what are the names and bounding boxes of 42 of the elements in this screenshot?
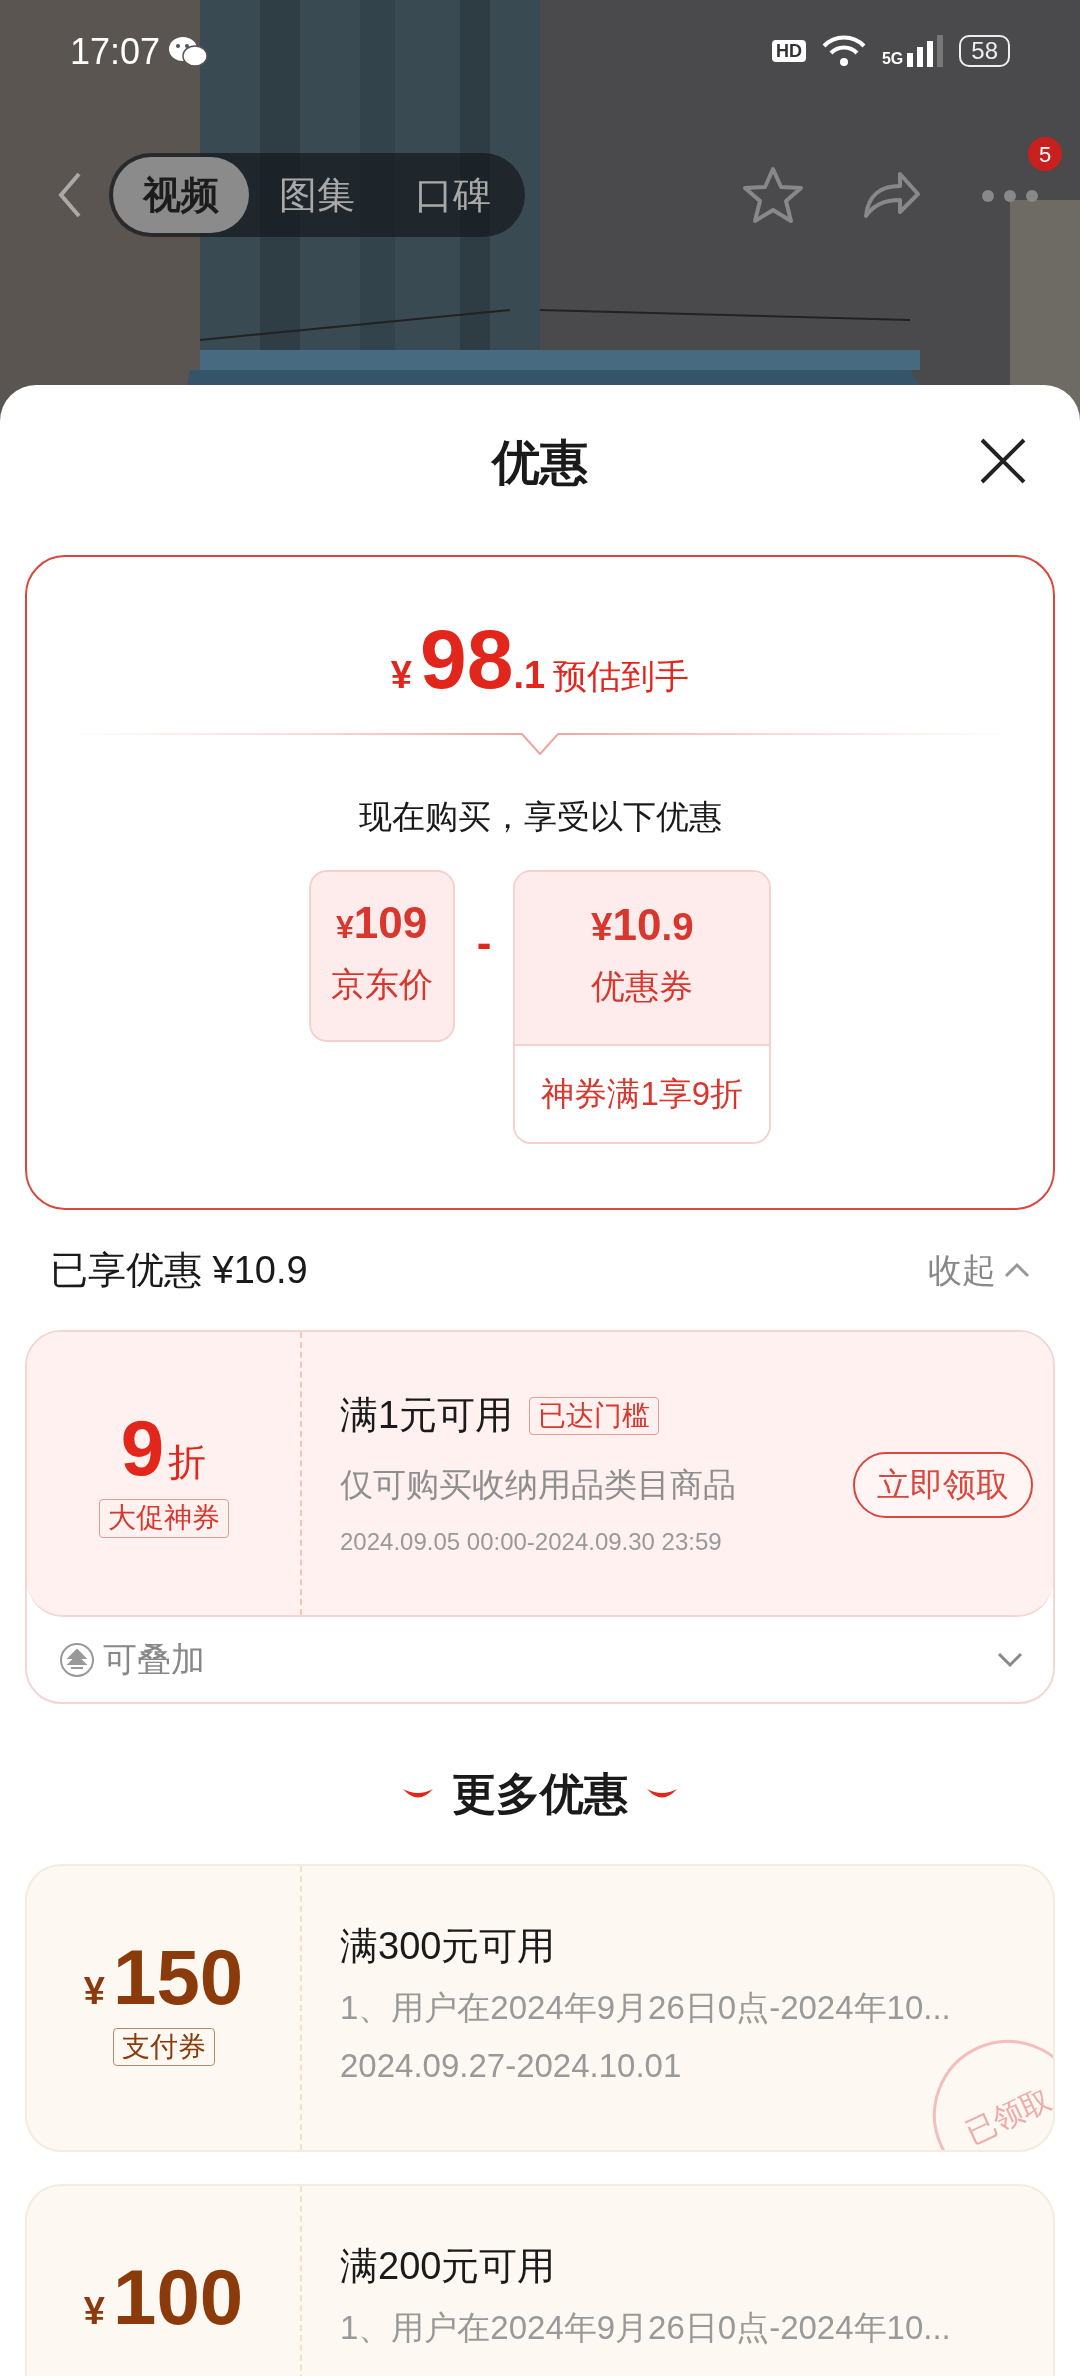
chat-icon <box>168 35 209 69</box>
coupon-amount: ¥150 <box>83 1938 244 2020</box>
media-tab[interactable]: 口碑 <box>385 157 521 233</box>
coupon-tag: 支付券 <box>112 2028 215 2067</box>
clock-time: 17:07 <box>70 34 161 70</box>
star-icon[interactable] <box>742 166 804 224</box>
coupon-condition: 满300元可用 <box>340 1924 557 1969</box>
discount-value: 9折 <box>120 1409 207 1492</box>
applied-discount: 已享优惠 ¥10.9 <box>50 1247 308 1293</box>
stackable-label: 可叠加 <box>103 1639 205 1680</box>
section-title: 更多优惠 <box>452 1768 628 1820</box>
sheet-title: 优惠 <box>492 434 588 491</box>
more-icon[interactable] <box>980 187 1040 204</box>
collapse-toggle[interactable]: 收起 <box>928 1244 1030 1296</box>
network-type: 5G <box>881 51 904 67</box>
coupon-description: 1、用户在2024年9月26日0点-2024年10... <box>340 1988 951 2028</box>
price-tile: ¥109 京东价 <box>308 869 455 1042</box>
minus-sign: - <box>476 916 492 969</box>
media-tab[interactable]: 视频 <box>113 157 249 233</box>
signal-icon <box>907 35 944 67</box>
coupon-condition: 满200元可用 <box>340 2244 557 2289</box>
battery-level: 58 <box>959 35 1010 67</box>
coupon-description: 1、用户在2024年9月26日0点-2024年10... <box>340 2308 951 2348</box>
expand-chevron-icon[interactable] <box>997 1651 1023 1668</box>
share-icon[interactable] <box>862 170 922 220</box>
coupon-amount: ¥100 <box>83 2258 244 2340</box>
stack-icon <box>59 1641 95 1678</box>
threshold-badge: 已达门槛 <box>529 1396 660 1435</box>
wifi-icon <box>821 34 866 68</box>
coupon-tile: ¥10.9 优惠券 神券满1享9折 <box>513 869 772 1144</box>
hd-indicator: HD <box>771 40 806 62</box>
coupon-tag: 大促神券 <box>98 1499 229 1538</box>
validity-period: 2024.09.05 00:00-2024.09.30 23:59 <box>340 1526 723 1557</box>
media-tab[interactable]: 图集 <box>249 157 385 233</box>
estimated-price: ¥98.1 预估到手 <box>390 617 690 704</box>
offer-subtitle: 现在购买，享受以下优惠 <box>358 797 722 837</box>
coupon-condition: 满1元可用 <box>340 1393 514 1439</box>
coupon-scope: 仅可购买收纳用品类目商品 <box>340 1465 736 1506</box>
close-icon[interactable] <box>979 437 1027 485</box>
validity-period: 2024.09.27-2024.10.01 <box>340 2045 683 2086</box>
claim-button[interactable]: 立即领取 <box>853 1452 1033 1518</box>
chevron-icon <box>1004 1262 1030 1278</box>
